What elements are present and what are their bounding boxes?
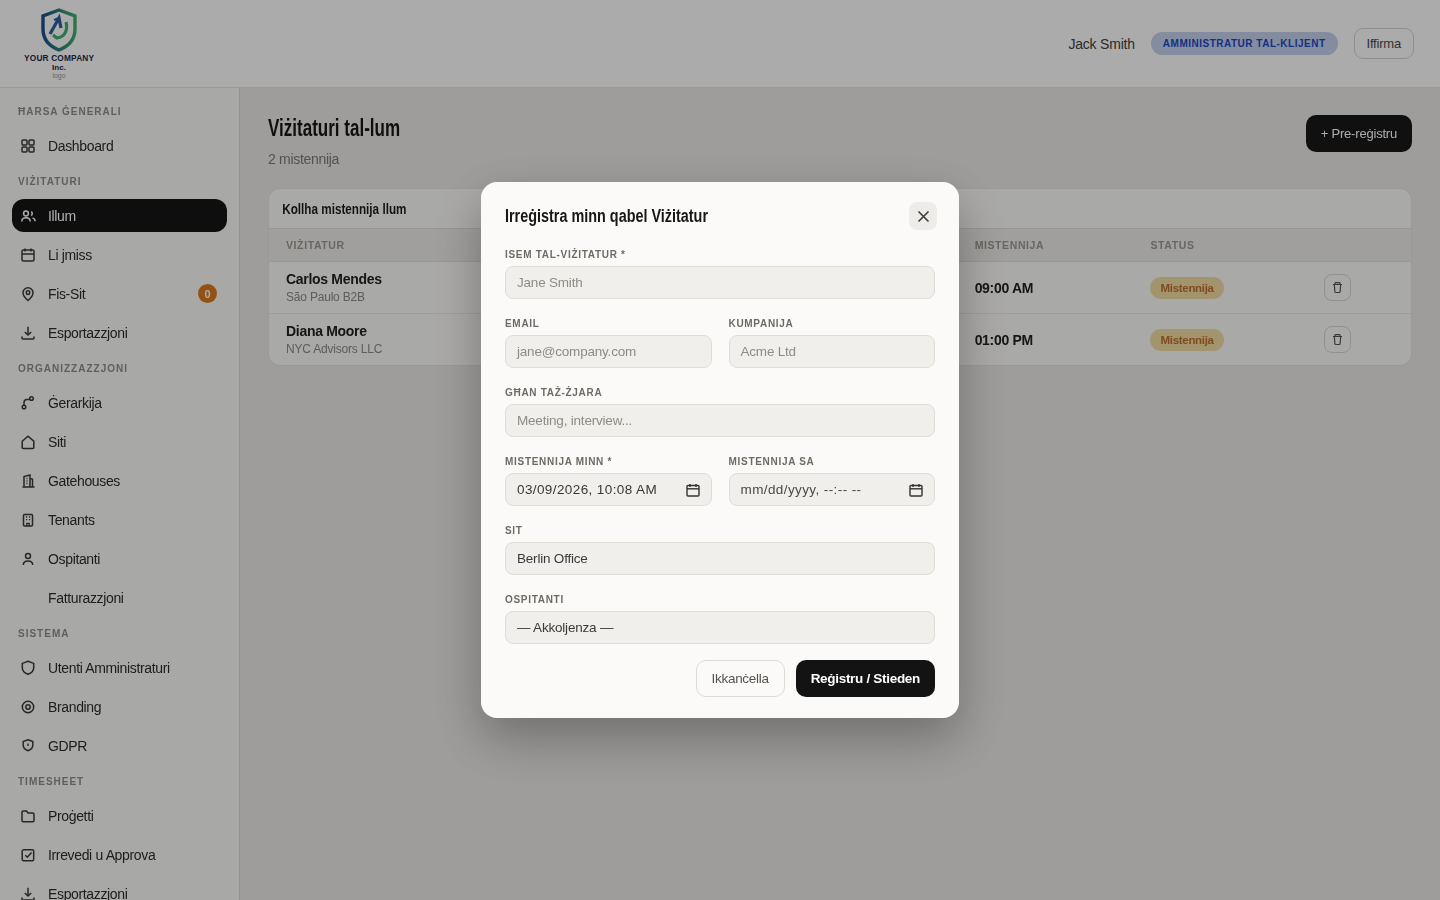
submit-button[interactable]: Reġistru / Stieden: [796, 660, 935, 697]
expected-to-input[interactable]: mm/dd/yyyy, --:-- --: [729, 473, 936, 506]
visitor-name-label: ISEM TAL-VIŻITATUR *: [505, 249, 935, 260]
modal-title: Irreġistra minn qabel Viżitatur: [505, 206, 708, 227]
calendar-icon[interactable]: [686, 483, 700, 497]
expected-from-label: MISTENNIJA MINN *: [505, 456, 712, 467]
purpose-input[interactable]: Meeting, interview...: [505, 404, 935, 437]
calendar-icon[interactable]: [909, 483, 923, 497]
company-label: KUMPANIJA: [729, 318, 936, 329]
expected-to-value: mm/dd/yyyy, --:-- --: [741, 482, 862, 497]
close-icon[interactable]: [909, 202, 937, 230]
site-label: SIT: [505, 525, 935, 536]
hosts-label: OSPITANTI: [505, 594, 935, 605]
hosts-select[interactable]: — Akkoljenza —: [505, 611, 935, 644]
cancel-button[interactable]: Ikkanċella: [696, 660, 785, 697]
visitor-name-input[interactable]: Jane Smith: [505, 266, 935, 299]
company-input[interactable]: Acme Ltd: [729, 335, 936, 368]
email-label: EMAIL: [505, 318, 712, 329]
expected-to-label: MISTENNIJA SA: [729, 456, 936, 467]
expected-from-input[interactable]: 03/09/2026, 10:08 AM: [505, 473, 712, 506]
purpose-label: GĦAN TAŻ-ŻJARA: [505, 387, 935, 398]
preregister-modal: Irreġistra minn qabel Viżitatur ISEM TAL…: [481, 182, 959, 718]
site-select[interactable]: Berlin Office: [505, 542, 935, 575]
expected-from-value: 03/09/2026, 10:08 AM: [517, 482, 657, 497]
email-input[interactable]: jane@company.com: [505, 335, 712, 368]
